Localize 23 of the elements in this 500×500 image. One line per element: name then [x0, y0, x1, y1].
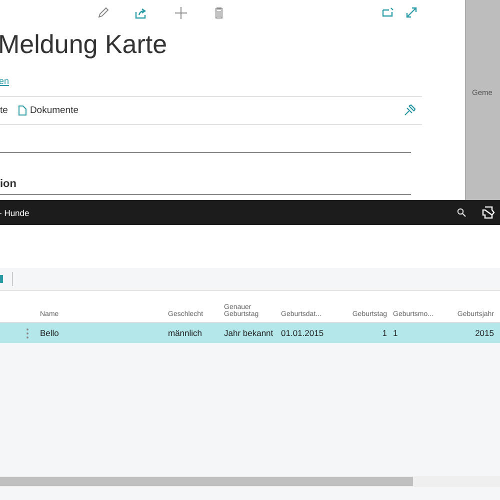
section-heading: ion	[0, 177, 411, 195]
pin-icon[interactable]	[404, 104, 416, 116]
table-cell-text: Bello	[39, 328, 60, 338]
table-row[interactable]: Bello männlich Jahr bekannt 01.01.2015 1 1 2015	[0, 323, 500, 343]
search-icon[interactable]	[457, 208, 466, 217]
table-cell-text: 01.01.2015	[280, 328, 325, 338]
window-icon[interactable]	[382, 7, 394, 17]
trash-icon[interactable]	[214, 7, 224, 19]
scrollbar-thumb[interactable]	[0, 477, 413, 486]
page-title: Meldung Karte	[0, 28, 168, 61]
table-cell-text: Jahr bekannt	[223, 328, 274, 338]
table-cell-text: 2015	[474, 328, 495, 338]
exit-icon[interactable]	[482, 206, 495, 219]
pencil-icon[interactable]	[97, 7, 109, 19]
table-cell-text: 1	[381, 328, 388, 338]
plus-icon[interactable]	[175, 7, 187, 19]
tab[interactable]: te	[0, 105, 8, 116]
table-cell-text: männlich	[167, 328, 204, 338]
expand-icon[interactable]	[406, 7, 417, 18]
table-cell-text: 1	[392, 328, 399, 338]
share-icon[interactable]	[135, 7, 147, 19]
more-icon[interactable]	[26, 328, 29, 338]
tab[interactable]: Dokumente	[18, 105, 79, 116]
